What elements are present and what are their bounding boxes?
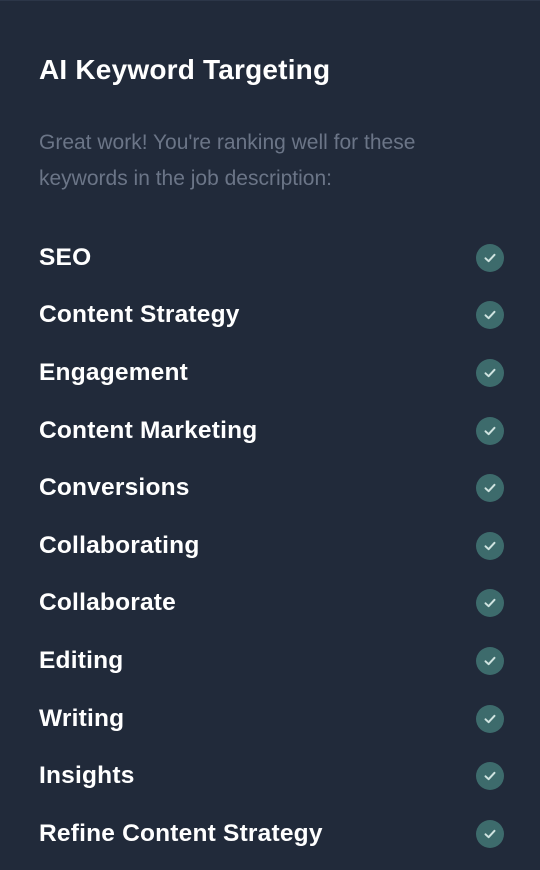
keyword-item: Insights <box>39 747 504 805</box>
keyword-targeting-panel: AI Keyword Targeting Great work! You're … <box>0 0 540 870</box>
check-circle-icon <box>476 819 504 848</box>
keyword-item: Editing <box>39 632 504 690</box>
keyword-item: Content Marketing <box>39 402 504 460</box>
keyword-label: Conversions <box>39 474 190 502</box>
keyword-label: Collaborate <box>39 589 176 617</box>
keyword-item: Content Strategy <box>39 287 504 345</box>
keyword-label: Engagement <box>39 358 189 386</box>
check-circle-icon <box>476 646 504 675</box>
keyword-label: Editing <box>39 646 124 674</box>
check-circle-icon <box>476 416 504 445</box>
keyword-label: Insights <box>39 762 135 790</box>
check-circle-icon <box>476 301 504 330</box>
keyword-label: Collaborating <box>39 531 200 559</box>
keyword-label: Writing <box>39 704 125 732</box>
keyword-item: Engagement <box>39 344 504 402</box>
keyword-item: Conversions <box>39 459 504 517</box>
keyword-label: Refine Content Strategy <box>39 819 323 847</box>
keyword-list: SEO Content Strategy Engagement Content … <box>39 229 504 863</box>
keyword-label: Content Strategy <box>39 301 240 329</box>
keyword-item: Collaborating <box>39 517 504 575</box>
check-circle-icon <box>476 531 504 560</box>
keyword-label: SEO <box>39 243 92 271</box>
keyword-item: Writing <box>39 690 504 748</box>
keyword-item: Refine Content Strategy <box>39 805 504 863</box>
panel-subtitle: Great work! You're ranking well for thes… <box>39 131 416 190</box>
check-circle-icon <box>476 589 504 618</box>
check-circle-icon <box>476 704 504 733</box>
check-circle-icon <box>476 762 504 791</box>
keyword-label: Content Marketing <box>39 416 258 444</box>
keyword-item: SEO <box>39 229 504 287</box>
check-circle-icon <box>476 358 504 387</box>
panel-title: AI Keyword Targeting <box>39 54 331 85</box>
keyword-item: Collaborate <box>39 575 504 633</box>
check-circle-icon <box>476 243 504 272</box>
check-circle-icon <box>476 474 504 503</box>
